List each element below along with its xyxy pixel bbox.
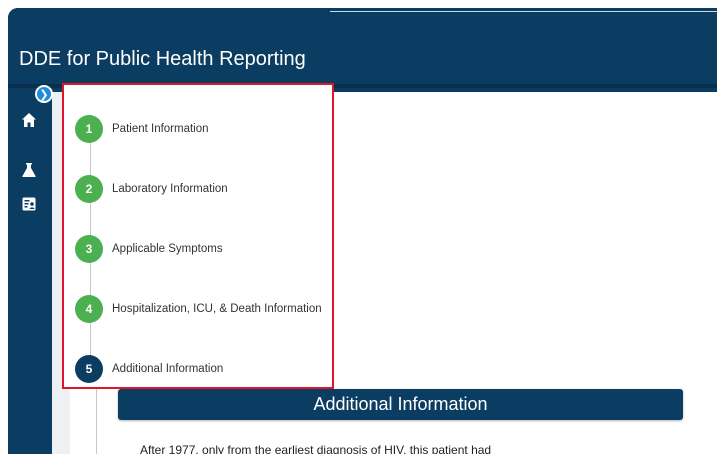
sidebar-toggle-button[interactable]: ❯ bbox=[35, 85, 53, 103]
section-body-text: After 1977, only from the earliest diagn… bbox=[140, 443, 492, 454]
step-number: 3 bbox=[75, 235, 103, 263]
home-icon[interactable] bbox=[19, 110, 39, 130]
divider bbox=[330, 11, 717, 12]
step-label: Laboratory Information bbox=[112, 183, 228, 195]
step-label: Hospitalization, ICU, & Death Informatio… bbox=[112, 303, 322, 315]
stepper-connector-continued bbox=[96, 389, 97, 454]
step-number: 4 bbox=[75, 295, 103, 323]
report-icon[interactable] bbox=[19, 194, 39, 214]
step-label: Additional Information bbox=[112, 363, 224, 375]
top-strip bbox=[8, 8, 717, 30]
step-number: 5 bbox=[75, 355, 103, 383]
step-additional-information[interactable]: 5 Additional Information bbox=[75, 353, 223, 385]
sidebar bbox=[8, 92, 52, 454]
progress-stepper: 1 Patient Information 2 Laboratory Infor… bbox=[62, 83, 334, 389]
step-label: Applicable Symptoms bbox=[112, 243, 223, 255]
step-number: 2 bbox=[75, 175, 103, 203]
step-label: Patient Information bbox=[112, 123, 209, 135]
section-header: Additional Information bbox=[118, 389, 683, 420]
app-header: DDE for Public Health Reporting bbox=[8, 30, 717, 88]
app-title: DDE for Public Health Reporting bbox=[19, 48, 306, 70]
step-number: 1 bbox=[75, 115, 103, 143]
step-applicable-symptoms[interactable]: 3 Applicable Symptoms bbox=[75, 233, 223, 265]
step-laboratory-information[interactable]: 2 Laboratory Information bbox=[75, 173, 228, 205]
step-hospitalization-information[interactable]: 4 Hospitalization, ICU, & Death Informat… bbox=[75, 293, 322, 325]
flask-icon[interactable] bbox=[19, 160, 39, 180]
step-patient-information[interactable]: 1 Patient Information bbox=[75, 113, 209, 145]
chevron-right-icon: ❯ bbox=[39, 88, 49, 101]
